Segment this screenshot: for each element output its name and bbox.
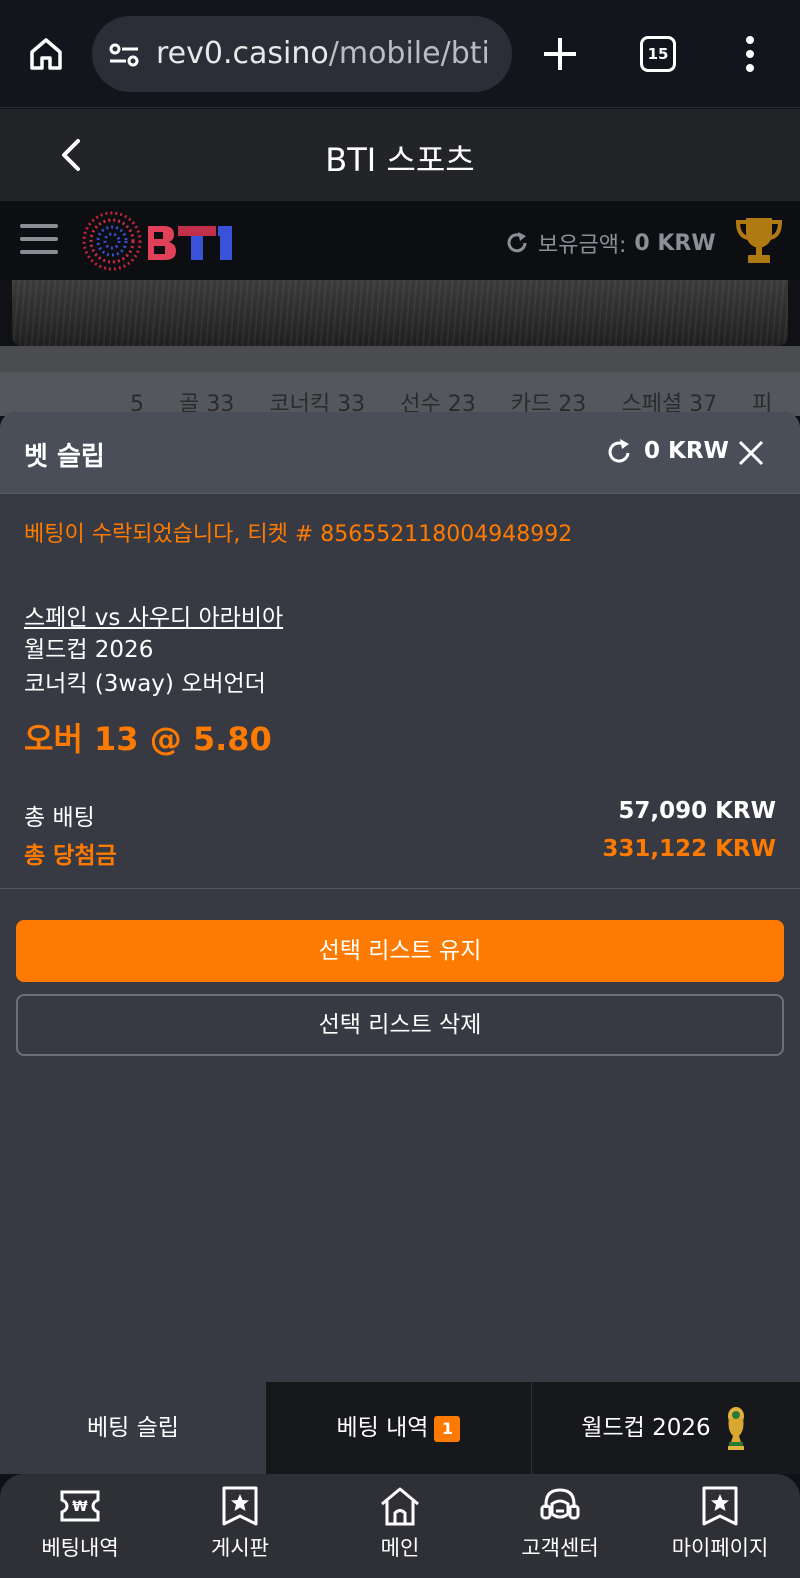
market-tab[interactable]: 스페셜 37	[621, 372, 717, 416]
url-domain: rev0.casino	[156, 36, 329, 71]
balance-label: 보유금액:	[538, 233, 627, 258]
nav-label: 고객센터	[521, 1536, 599, 1560]
world-cup-trophy-icon	[727, 1406, 744, 1450]
headset-icon	[540, 1488, 580, 1520]
tab-bet-slip-label: 베팅 슬립	[87, 1415, 179, 1441]
url-path: /mobile/bti	[328, 36, 490, 71]
match-link[interactable]: 스페인 vs 사우디 아라비아	[24, 598, 283, 632]
nav-customer-center[interactable]: 고객센터	[480, 1474, 640, 1578]
total-stake-row: 총 배팅 57,090 KRW	[24, 798, 776, 832]
market-tab[interactable]: 카드 23	[511, 372, 586, 416]
nav-board[interactable]: 게시판	[160, 1474, 320, 1578]
browser-toolbar: rev0.casino/mobile/bti 15	[0, 0, 800, 108]
refresh-icon[interactable]	[606, 438, 632, 466]
address-bar[interactable]: rev0.casino/mobile/bti	[92, 16, 512, 92]
more-menu-icon[interactable]	[744, 36, 756, 72]
bottom-navigation: ₩ 베팅내역 게시판 메인 고객센터 마이페이지	[0, 1474, 800, 1578]
nav-label: 베팅내역	[41, 1536, 119, 1560]
site-settings-icon[interactable]	[108, 42, 140, 68]
refresh-icon[interactable]	[504, 230, 530, 256]
bet-count-badge: 1	[434, 1415, 461, 1442]
tab-bet-history-label: 베팅 내역	[336, 1415, 429, 1441]
bet-accepted-message: 베팅이 수락되었습니다, 티켓 # 856552118004948992	[24, 522, 573, 547]
tab-world-cup-label: 월드컵 2026	[581, 1415, 711, 1441]
slip-tab-bar: 베팅 슬립 베팅 내역 1 월드컵 2026	[0, 1382, 800, 1474]
market-tab[interactable]: 5	[130, 372, 144, 416]
url-text: rev0.casino/mobile/bti	[156, 36, 496, 71]
bet-slip-title: 벳 슬립	[24, 442, 105, 472]
bet-slip-panel: 벳 슬립 0 KRW 베팅이 수락되었습니다, 티켓 # 85655211800…	[0, 412, 800, 1472]
nav-my-page[interactable]: 마이페이지	[640, 1474, 800, 1578]
tab-world-cup[interactable]: 월드컵 2026	[532, 1382, 800, 1474]
total-win-label: 총 당첨금	[24, 843, 117, 869]
nav-bet-history[interactable]: ₩ 베팅내역	[0, 1474, 160, 1578]
keep-selections-button[interactable]: 선택 리스트 유지	[16, 920, 784, 982]
home-icon[interactable]	[26, 34, 66, 74]
total-stake-label: 총 배팅	[24, 805, 95, 831]
bet-slip-balance: 0 KRW	[644, 438, 729, 464]
market-tab[interactable]: 피	[752, 372, 772, 416]
nav-label: 마이페이지	[671, 1536, 769, 1560]
balance-value: 0 KRW	[634, 230, 716, 256]
page-title: BTI 스포츠	[325, 141, 475, 179]
nav-label: 게시판	[211, 1536, 269, 1560]
balance-display: 보유금액: 0 KRW	[504, 226, 716, 260]
star-bookmark-icon	[222, 1486, 258, 1526]
selection-odds: 오버 13 @ 5.80	[24, 720, 272, 758]
tab-switcher-button[interactable]: 15	[640, 36, 676, 72]
market-name: 코너킥 (3way) 오버언더	[24, 671, 266, 697]
ticket-won-icon: ₩	[60, 1490, 100, 1522]
bti-logo[interactable]	[80, 208, 240, 274]
market-tab[interactable]: 코너킥 33	[269, 372, 365, 416]
delete-selections-button[interactable]: 선택 리스트 삭제	[16, 994, 784, 1056]
new-tab-icon[interactable]	[540, 34, 580, 74]
total-win-value: 331,122 KRW	[602, 836, 776, 862]
hamburger-menu-icon[interactable]	[20, 224, 58, 256]
svg-text:₩: ₩	[72, 1499, 88, 1515]
league-name: 월드컵 2026	[24, 637, 154, 663]
market-tab[interactable]: 골 33	[179, 372, 234, 416]
trophy-icon[interactable]	[734, 214, 784, 268]
nav-label: 메인	[380, 1536, 420, 1560]
star-bookmark-icon	[702, 1486, 738, 1526]
tab-bet-slip[interactable]: 베팅 슬립	[0, 1382, 266, 1474]
promo-banner	[12, 280, 788, 346]
market-tab[interactable]: 선수 23	[400, 372, 475, 416]
bet-slip-header: 벳 슬립 0 KRW	[0, 412, 800, 494]
nav-main[interactable]: 메인	[320, 1474, 480, 1578]
tab-bet-history[interactable]: 베팅 내역 1	[266, 1382, 532, 1474]
home-icon	[381, 1487, 419, 1526]
bti-header: 보유금액: 0 KRW	[0, 202, 800, 280]
divider	[0, 888, 800, 889]
total-win-row: 총 당첨금 331,122 KRW	[24, 836, 776, 870]
close-icon[interactable]	[736, 438, 766, 468]
total-stake-value: 57,090 KRW	[618, 798, 776, 824]
app-header: BTI 스포츠	[0, 109, 800, 201]
market-tabs: 5 골 33 코너킥 33 선수 23 카드 23 스페셜 37 피	[0, 372, 800, 416]
